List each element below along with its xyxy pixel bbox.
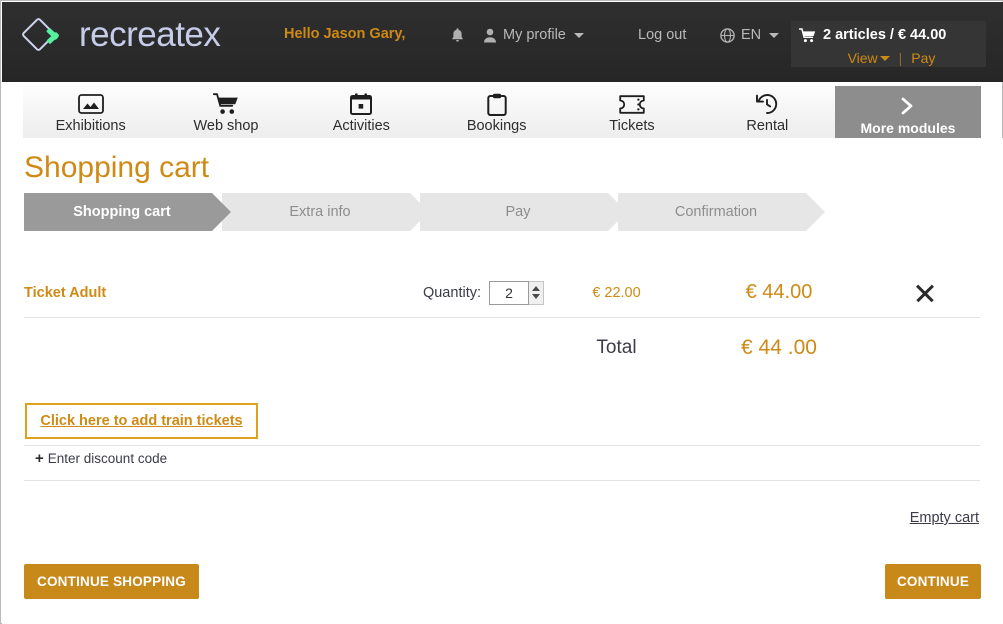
- nav-label: Bookings: [467, 118, 527, 134]
- spinner-down-icon[interactable]: [532, 294, 540, 299]
- chevron-down-icon: [880, 56, 890, 61]
- cart-item-subtotal: € 44.00: [689, 281, 869, 304]
- user-icon: [483, 28, 497, 43]
- enter-discount-code-toggle[interactable]: + Enter discount code: [35, 451, 167, 466]
- module-navigation: Exhibitions Web shop: [23, 86, 981, 138]
- notifications-button[interactable]: [450, 27, 465, 43]
- nav-item-tickets[interactable]: Tickets: [564, 86, 699, 138]
- step-shopping-cart[interactable]: Shopping cart: [24, 193, 212, 231]
- chevron-down-icon: [574, 33, 584, 38]
- nav-label: Web shop: [193, 118, 258, 134]
- nav-label: More modules: [861, 120, 956, 136]
- cart-actions-row: View | Pay: [799, 50, 978, 66]
- cart-total-row: Total € 44 .00: [24, 318, 980, 378]
- language-selector[interactable]: EN: [720, 27, 779, 43]
- plus-icon: +: [35, 451, 44, 466]
- cart-items-table: Ticket Adult Quantity: € 22.00 € 44.00: [24, 268, 980, 378]
- header-cart-summary[interactable]: 2 articles / € 44.00 View | Pay: [791, 21, 986, 67]
- nav-item-bookings[interactable]: Bookings: [429, 86, 564, 138]
- clipboard-icon: [482, 92, 512, 116]
- page-title: Shopping cart: [24, 151, 209, 185]
- cart-item-quantity-cell: Quantity:: [394, 281, 544, 305]
- total-value: € 44 .00: [689, 336, 869, 360]
- cart-view-label: View: [848, 50, 878, 66]
- step-confirmation[interactable]: Confirmation: [618, 193, 806, 231]
- step-label: Pay: [506, 204, 531, 220]
- user-greeting: Hello Jason Gary,: [284, 26, 405, 42]
- empty-cart-link[interactable]: Empty cart: [910, 510, 979, 526]
- chevron-right-icon: [893, 94, 923, 118]
- nav-item-activities[interactable]: Activities: [294, 86, 429, 138]
- discount-code-label: Enter discount code: [48, 451, 167, 466]
- spinner-up-icon[interactable]: [532, 286, 540, 291]
- logout-link[interactable]: Log out: [638, 27, 686, 43]
- step-label: Extra info: [289, 204, 350, 220]
- shopping-cart-icon: [211, 92, 241, 116]
- brand-name: recreatex: [79, 15, 220, 55]
- brand-logo[interactable]: recreatex: [23, 15, 220, 55]
- clock-rewind-icon: [752, 92, 782, 116]
- image-icon: [76, 92, 106, 116]
- globe-icon: [720, 28, 735, 43]
- step-label: Shopping cart: [73, 204, 170, 220]
- total-label: Total: [544, 337, 689, 359]
- my-profile-label: My profile: [503, 27, 566, 43]
- step-pay[interactable]: Pay: [420, 193, 608, 231]
- continue-shopping-button[interactable]: CONTINUE SHOPPING: [24, 564, 199, 599]
- language-label: EN: [741, 27, 761, 43]
- quantity-stepper[interactable]: [489, 281, 544, 305]
- nav-label: Rental: [746, 118, 788, 134]
- nav-item-exhibitions[interactable]: Exhibitions: [23, 86, 158, 138]
- continue-button[interactable]: CONTINUE: [885, 564, 981, 599]
- nav-label: Activities: [333, 118, 390, 134]
- chevron-down-icon: [769, 33, 779, 38]
- cart-summary-row: 2 articles / € 44.00: [799, 25, 978, 45]
- cart-item-unit-price: € 22.00: [544, 285, 689, 301]
- nav-label: Tickets: [609, 118, 654, 134]
- add-train-tickets-label: Click here to add train tickets: [40, 413, 242, 429]
- table-row: Ticket Adult Quantity: € 22.00 € 44.00: [24, 268, 980, 318]
- quantity-label: Quantity:: [423, 285, 481, 301]
- shopping-cart-icon: [799, 28, 816, 43]
- bell-icon: [450, 27, 465, 43]
- cart-pay-button[interactable]: Pay: [911, 50, 935, 66]
- divider: [24, 480, 980, 481]
- nav-item-more-modules[interactable]: More modules: [835, 86, 981, 138]
- quantity-spinner[interactable]: [529, 281, 544, 305]
- calendar-icon: [346, 92, 376, 116]
- nav-item-rental[interactable]: Rental: [700, 86, 835, 138]
- top-header-bar: recreatex Hello Jason Gary, My profile: [2, 2, 1003, 82]
- app-window: recreatex Hello Jason Gary, My profile: [0, 0, 1003, 624]
- cart-view-button[interactable]: View: [848, 50, 890, 66]
- close-x-icon: [914, 282, 936, 304]
- step-label: Confirmation: [675, 204, 757, 220]
- checkout-steps: Shopping cart Extra info Pay Confirmatio…: [24, 193, 816, 231]
- cart-actions-separator: |: [899, 50, 903, 66]
- add-train-tickets-button[interactable]: Click here to add train tickets: [25, 403, 258, 439]
- cart-summary-text: 2 articles / € 44.00: [823, 27, 946, 43]
- quantity-input[interactable]: [489, 281, 529, 305]
- cart-item-name: Ticket Adult: [24, 285, 394, 301]
- nav-label: Exhibitions: [56, 118, 126, 134]
- main-content: Shopping cart Shopping cart Extra info P…: [2, 138, 1003, 624]
- ticket-icon: [617, 92, 647, 116]
- logout-label: Log out: [638, 27, 686, 43]
- my-profile-menu[interactable]: My profile: [483, 27, 584, 43]
- nav-item-web-shop[interactable]: Web shop: [158, 86, 293, 138]
- divider: [24, 445, 980, 446]
- diamond-chevron-logo-icon: [23, 15, 67, 55]
- remove-item-button[interactable]: [869, 282, 980, 304]
- step-extra-info[interactable]: Extra info: [222, 193, 410, 231]
